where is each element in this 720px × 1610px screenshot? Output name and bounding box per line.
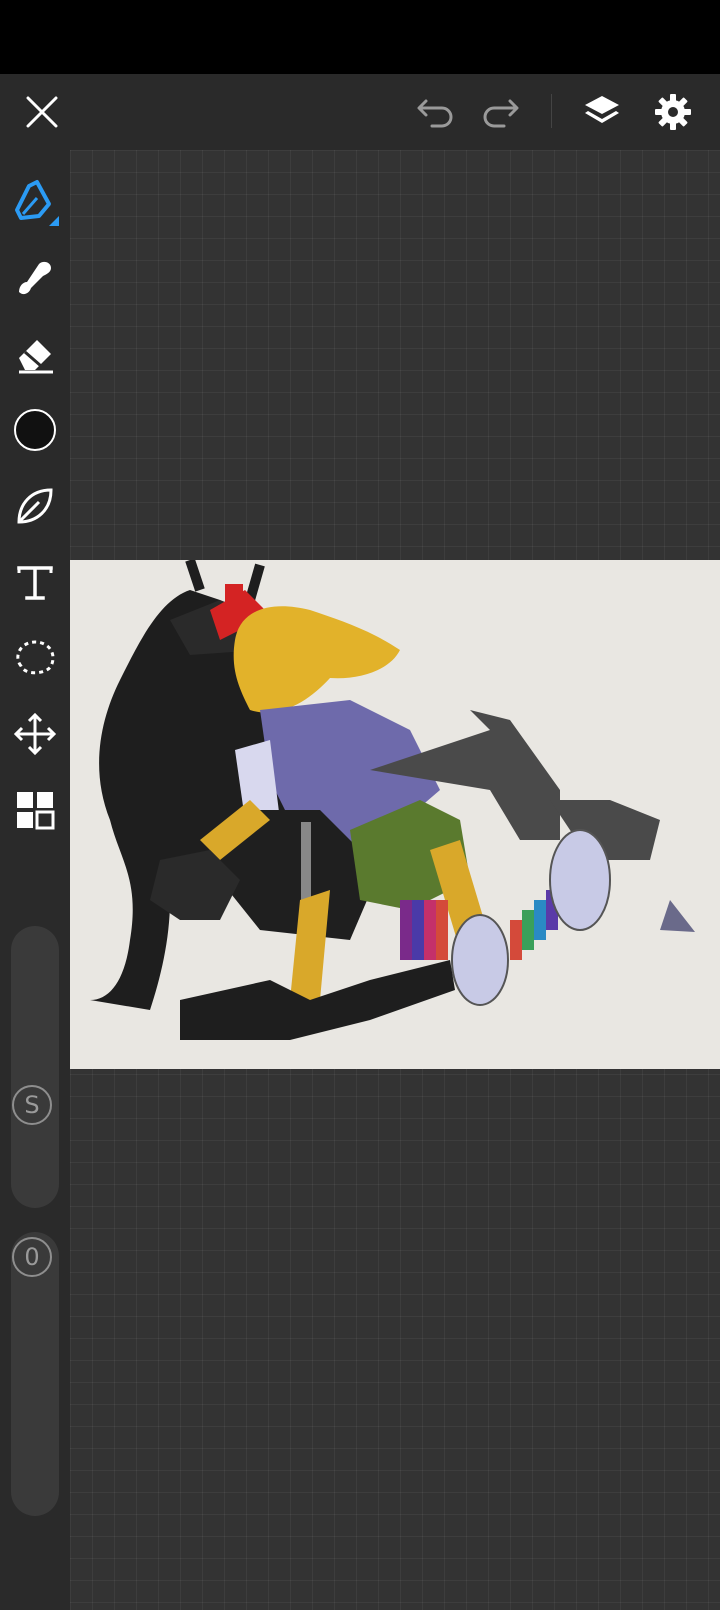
brush-leaf-icon [17, 488, 53, 524]
brush-size-slider[interactable] [11, 926, 59, 1208]
tool-lasso[interactable] [9, 632, 61, 684]
layers-icon [585, 96, 619, 123]
lasso-select-icon [16, 640, 55, 675]
status-bar [0, 0, 720, 74]
tool-text[interactable] [9, 556, 61, 608]
text-icon [17, 566, 53, 600]
layers-button[interactable] [580, 90, 624, 134]
undo-icon [417, 99, 453, 128]
close-button[interactable] [20, 90, 64, 134]
settings-button[interactable] [651, 90, 695, 134]
smudge-brush-icon [19, 261, 51, 295]
close-icon [26, 96, 58, 128]
undo-button[interactable] [414, 90, 458, 134]
drawing-canvas[interactable] [70, 560, 720, 1069]
eraser-icon [19, 340, 53, 374]
tool-move[interactable] [9, 708, 61, 760]
brush-opacity-label: 0 [12, 1237, 52, 1277]
tool-smudge[interactable] [9, 252, 61, 304]
brush-size-label: S [12, 1085, 52, 1125]
pen-icon [15, 180, 59, 226]
tool-pen[interactable] [9, 176, 61, 228]
tool-eraser[interactable] [9, 328, 61, 380]
tool-more[interactable] [9, 784, 61, 836]
redo-button[interactable] [478, 90, 522, 134]
color-swatch-icon [14, 409, 56, 451]
toolbar-divider [551, 94, 552, 128]
tool-brush[interactable] [9, 480, 61, 532]
gear-icon [655, 94, 691, 130]
tool-color[interactable] [9, 404, 61, 456]
grid-menu-icon [17, 792, 55, 830]
redo-icon [483, 99, 519, 128]
artwork-illustration [90, 560, 695, 1040]
move-arrows-icon [13, 712, 57, 756]
